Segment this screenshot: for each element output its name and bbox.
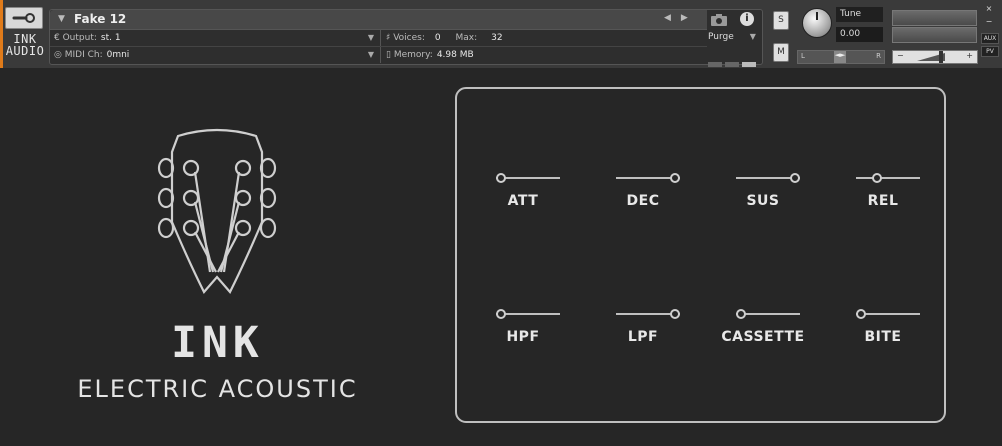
minimize-icon[interactable]: − [981, 17, 997, 26]
output-row[interactable]: € Output: st. 1 ▼ [54, 31, 374, 45]
pan-right-label: R [876, 52, 881, 60]
bite-handle[interactable] [856, 309, 866, 319]
close-icon[interactable]: × [981, 4, 997, 13]
title-bar: ▼ Fake 12 ◀▶ [50, 10, 707, 30]
tune-knob[interactable] [802, 8, 832, 38]
midi-row[interactable]: ◎ MIDI Ch: 0mni ▼ [54, 48, 374, 62]
volume-minus: − [897, 51, 904, 60]
hpf-label: HPF [506, 329, 540, 345]
hpf-slider[interactable] [496, 309, 560, 319]
brand-name: INK [171, 318, 264, 368]
midi-label: MIDI Ch: [64, 50, 103, 60]
lpf-slider[interactable] [616, 309, 680, 319]
mute-button[interactable]: M [773, 43, 789, 62]
volume-handle[interactable] [939, 51, 943, 63]
controls-panel: ATT DEC SUS REL HPF LPF CASSETTE BITE [455, 87, 946, 423]
dec-label: DEC [626, 193, 660, 209]
volume-slider[interactable]: − + [892, 50, 978, 64]
memory-label: Memory: [393, 50, 433, 60]
solo-button[interactable]: S [773, 11, 789, 30]
purge-dropdown[interactable]: Purge ▼ [708, 32, 756, 42]
row-divider [50, 46, 707, 47]
instrument-title[interactable]: Fake 12 [74, 12, 126, 26]
volume-plus: + [966, 51, 973, 60]
purge-dropdown-icon: ▼ [749, 32, 756, 41]
camera-icon[interactable] [710, 13, 728, 26]
wrench-icon [12, 13, 35, 23]
output-dropdown-icon[interactable]: ▼ [368, 31, 374, 45]
bite-slider[interactable] [856, 309, 920, 319]
instrument-info-panel: ▼ Fake 12 ◀▶ € Output: st. 1 ▼ ◎ MIDI Ch:… [49, 9, 763, 67]
rel-track [856, 177, 920, 179]
collapse-arrow-icon[interactable]: ▼ [58, 14, 65, 24]
midi-icon: ◎ [54, 50, 65, 60]
tune-label: Tune [836, 7, 883, 22]
pv-button[interactable]: PV [981, 46, 999, 57]
cassette-slider[interactable] [736, 309, 800, 319]
lpf-label: LPF [627, 329, 659, 345]
aux-button[interactable]: AUX [981, 33, 999, 44]
output-icon: € [54, 33, 63, 43]
tune-value[interactable]: 0.00 [836, 27, 883, 42]
mini-meters [708, 52, 759, 71]
sus-label: SUS [746, 193, 780, 209]
lpf-handle[interactable] [670, 309, 680, 319]
dec-handle[interactable] [670, 173, 680, 183]
memory-icon: ▯ [386, 50, 394, 60]
sus-handle[interactable] [790, 173, 800, 183]
voices-value: 0 [434, 33, 441, 43]
level-meter-right [892, 27, 977, 43]
bite-label: BITE [864, 329, 902, 345]
purge-label: Purge [708, 32, 734, 42]
max-value[interactable]: 32 [491, 33, 502, 43]
cassette-handle[interactable] [736, 309, 746, 319]
instrument-header: INK AUDIO ▼ Fake 12 ◀▶ € Output: st. 1 ▼ … [0, 0, 1002, 68]
wrench-button[interactable] [5, 7, 43, 29]
rel-handle[interactable] [872, 173, 883, 183]
prev-next-arrows[interactable]: ◀▶ [664, 13, 698, 23]
voices-label: Voices: [393, 33, 425, 43]
ink-audio-logo: INK AUDIO [3, 33, 47, 57]
memory-row: ▯ Memory: 4.98 MB [386, 48, 686, 62]
midi-value: 0mni [106, 50, 130, 60]
att-handle[interactable] [496, 173, 506, 183]
output-label: Output: [62, 33, 97, 43]
logo-line2: AUDIO [5, 44, 45, 58]
sus-slider[interactable] [736, 173, 800, 183]
max-label: Max: [455, 33, 478, 43]
rel-slider[interactable] [856, 173, 920, 183]
dec-slider[interactable] [616, 173, 680, 183]
midi-dropdown-icon[interactable]: ▼ [368, 48, 374, 62]
guitar-headstock-logo [157, 128, 277, 294]
hpf-handle[interactable] [496, 309, 506, 319]
att-label: ATT [507, 193, 539, 209]
cassette-label: CASSETTE [721, 329, 805, 345]
output-value: st. 1 [100, 33, 121, 43]
pan-left-label: L [801, 52, 805, 60]
pan-center-handle[interactable]: ◄► [834, 51, 846, 63]
pan-slider[interactable]: L ◄► R [797, 50, 885, 64]
att-slider[interactable] [496, 173, 560, 183]
level-meter-left [892, 10, 977, 26]
info-icon[interactable]: i [740, 12, 754, 26]
product-name: ELECTRIC ACOUSTIC [77, 375, 358, 403]
voices-row: ♯ Voices: 0 Max: 32 [386, 31, 686, 45]
rel-label: REL [867, 193, 899, 209]
memory-value: 4.98 MB [436, 50, 474, 60]
